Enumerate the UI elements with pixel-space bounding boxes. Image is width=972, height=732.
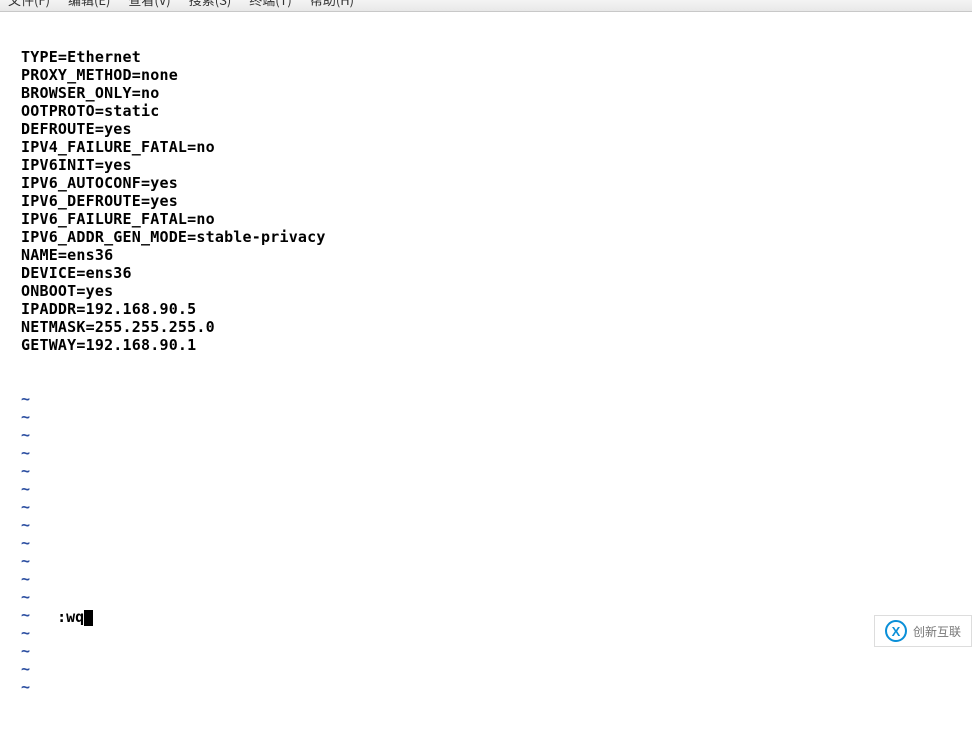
config-line: IPV6INIT=yes	[21, 156, 972, 174]
tilde-marker: ~	[21, 552, 972, 570]
tilde-marker: ~	[21, 534, 972, 552]
menu-help[interactable]: 帮助(H)	[310, 0, 354, 6]
config-line: PROXY_METHOD=none	[21, 66, 972, 84]
config-line: BROWSER_ONLY=no	[21, 84, 972, 102]
config-line: IPADDR=192.168.90.5	[21, 300, 972, 318]
menu-file[interactable]: 文件(F)	[8, 0, 50, 6]
tilde-marker: ~	[21, 390, 972, 408]
tilde-marker: ~	[21, 588, 972, 606]
tilde-marker: ~	[21, 642, 972, 660]
tilde-marker: ~	[21, 660, 972, 678]
tilde-marker: ~	[21, 408, 972, 426]
config-line: NAME=ens36	[21, 246, 972, 264]
menu-terminal[interactable]: 终端(T)	[249, 0, 292, 6]
config-line: IPV4_FAILURE_FATAL=no	[21, 138, 972, 156]
cursor-icon	[84, 610, 93, 626]
config-line: IPV6_DEFROUTE=yes	[21, 192, 972, 210]
menu-search[interactable]: 搜索(S)	[189, 0, 232, 6]
tilde-marker: ~	[21, 462, 972, 480]
config-line: ONBOOT=yes	[21, 282, 972, 300]
menu-edit[interactable]: 编辑(E)	[68, 0, 110, 6]
watermark: X 创新互联	[874, 615, 972, 647]
watermark-brand: 创新互联	[913, 623, 961, 640]
config-line: IPV6_ADDR_GEN_MODE=stable-privacy	[21, 228, 972, 246]
tilde-marker: ~	[21, 498, 972, 516]
config-line: DEFROUTE=yes	[21, 120, 972, 138]
vim-command-line[interactable]: :wq	[21, 590, 93, 644]
tilde-marker: ~	[21, 480, 972, 498]
tilde-marker: ~	[21, 444, 972, 462]
vim-editor[interactable]: TYPE=EthernetPROXY_METHOD=noneBROWSER_ON…	[0, 12, 972, 652]
config-file-content: TYPE=EthernetPROXY_METHOD=noneBROWSER_ON…	[21, 48, 972, 354]
tilde-marker: ~	[21, 570, 972, 588]
menubar: 文件(F) 编辑(E) 查看(V) 搜索(S) 终端(T) 帮助(H)	[0, 0, 972, 12]
tilde-marker: ~	[21, 606, 972, 624]
config-line: TYPE=Ethernet	[21, 48, 972, 66]
empty-lines: ~~~~~~~~~~~~~~~~~	[21, 390, 972, 696]
config-line: GETWAY=192.168.90.1	[21, 336, 972, 354]
config-line: NETMASK=255.255.255.0	[21, 318, 972, 336]
tilde-marker: ~	[21, 678, 972, 696]
menu-view[interactable]: 查看(V)	[128, 0, 170, 6]
config-line: OOTPROTO=static	[21, 102, 972, 120]
tilde-marker: ~	[21, 516, 972, 534]
config-line: IPV6_FAILURE_FATAL=no	[21, 210, 972, 228]
watermark-logo-icon: X	[885, 620, 907, 642]
tilde-marker: ~	[21, 426, 972, 444]
command-text: :wq	[57, 608, 84, 626]
tilde-marker: ~	[21, 624, 972, 642]
config-line: IPV6_AUTOCONF=yes	[21, 174, 972, 192]
config-line: DEVICE=ens36	[21, 264, 972, 282]
